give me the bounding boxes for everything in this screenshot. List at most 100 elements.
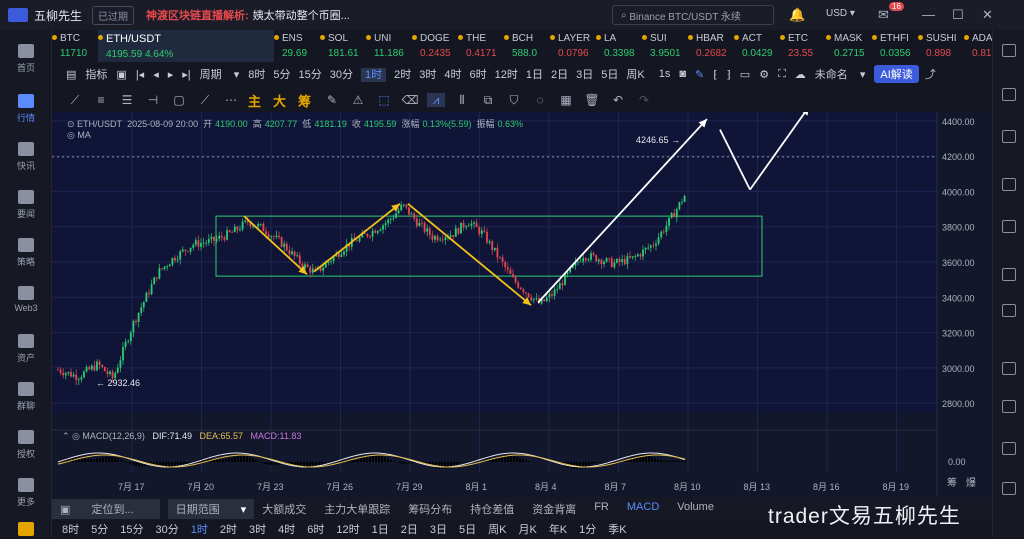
- magnet-tool-icon[interactable]: ⩘: [427, 93, 445, 107]
- layout-name-dropdown[interactable]: 未命名 ▾: [815, 66, 866, 82]
- hide-tool-icon[interactable]: ◌: [531, 93, 549, 107]
- period-item-18[interactable]: 季K: [608, 521, 626, 537]
- nav-strategy[interactable]: 策略: [0, 238, 52, 268]
- ticker-item[interactable]: ETHFI0.0356: [872, 30, 918, 62]
- trendline-tool-icon[interactable]: ⟋: [66, 93, 84, 107]
- clipboard-icon[interactable]: [1002, 400, 1016, 413]
- interval-9[interactable]: 12时: [495, 69, 518, 81]
- currency-select[interactable]: USD ▾: [826, 8, 855, 19]
- search-input[interactable]: ⌕ Binance BTC/USDT 永续: [612, 5, 774, 25]
- interval-6[interactable]: 3时: [419, 69, 436, 81]
- interval-7[interactable]: 4时: [444, 69, 461, 81]
- chip-tool[interactable]: 筹: [298, 91, 311, 110]
- cloud-icon[interactable]: ☁: [795, 68, 806, 81]
- interval-0[interactable]: 8时: [248, 69, 265, 81]
- indicator-tab-0[interactable]: 大额成交: [262, 501, 306, 517]
- nav-news[interactable]: 要闻: [0, 190, 52, 220]
- indicator-tab-2[interactable]: 筹码分布: [408, 501, 452, 517]
- depth-icon[interactable]: [1002, 220, 1016, 233]
- ticker-item[interactable]: DOGE0.2435: [412, 30, 458, 62]
- period-item-13[interactable]: 5日: [459, 521, 476, 537]
- period-item-10[interactable]: 1日: [372, 521, 389, 537]
- grid-panel-icon[interactable]: [1002, 442, 1016, 455]
- period-item-6[interactable]: 3时: [249, 521, 266, 537]
- bell-icon[interactable]: 🔔: [789, 7, 805, 23]
- document-icon[interactable]: [1002, 88, 1016, 101]
- ai-analysis-button[interactable]: AI解读: [874, 65, 918, 83]
- select-tool-icon[interactable]: ⬚: [375, 93, 393, 107]
- fullscreen-icon[interactable]: ⛶: [778, 68, 786, 81]
- collapse-icon[interactable]: ⌃: [62, 431, 72, 441]
- interval-14[interactable]: 周K: [626, 69, 644, 81]
- lock-tool-icon[interactable]: ⛉: [505, 93, 523, 107]
- eraser-tool-icon[interactable]: ⌫: [401, 93, 419, 107]
- ticker-item[interactable]: LA0.3398: [596, 30, 642, 62]
- nav-assets[interactable]: 资产: [0, 334, 52, 364]
- period-item-12[interactable]: 3日: [430, 521, 447, 537]
- ticker-item[interactable]: BTC11710: [52, 30, 98, 62]
- person-icon[interactable]: [1002, 482, 1016, 495]
- layout-grid-icon[interactable]: [1002, 44, 1016, 57]
- indicator-tab-3[interactable]: 持仓差值: [470, 501, 514, 517]
- big-order-tool[interactable]: 大: [273, 91, 286, 110]
- settings-icon[interactable]: ⚙: [759, 68, 769, 81]
- seconds-button[interactable]: 1s: [659, 68, 671, 80]
- interval-4[interactable]: 1时: [361, 68, 386, 82]
- indicator-tab-6[interactable]: MACD: [627, 501, 659, 517]
- edit-tool-icon[interactable]: ✎: [323, 93, 341, 107]
- ticker-item[interactable]: SOL181.61: [320, 30, 366, 62]
- interval-5[interactable]: 2时: [394, 69, 411, 81]
- interval-8[interactable]: 6时: [469, 69, 486, 81]
- chart-panel-icon[interactable]: [1002, 178, 1016, 191]
- period-item-17[interactable]: 1分: [579, 521, 596, 537]
- period-item-2[interactable]: 15分: [120, 521, 143, 537]
- period-item-5[interactable]: 2时: [220, 521, 237, 537]
- nav-flash[interactable]: 快讯: [0, 142, 52, 172]
- ticker-item[interactable]: ACT0.0429: [734, 30, 780, 62]
- ticker-item[interactable]: LAYER0.0796: [550, 30, 596, 62]
- period-item-0[interactable]: 8时: [62, 521, 79, 537]
- period-item-3[interactable]: 30分: [156, 521, 179, 537]
- period-dropdown[interactable]: 周期 ▾: [200, 66, 240, 82]
- rectangle-tool-icon[interactable]: ▢: [170, 93, 188, 107]
- trash-tool-icon[interactable]: 🗑: [583, 93, 601, 107]
- indicator-tab-5[interactable]: FR: [594, 501, 609, 517]
- period-item-11[interactable]: 2日: [401, 521, 418, 537]
- ticker-item[interactable]: SUI3.9501: [642, 30, 688, 62]
- minimize-icon[interactable]: —: [922, 7, 935, 22]
- camera-icon[interactable]: ◙: [679, 68, 686, 80]
- share-icon[interactable]: ⤴: [925, 66, 936, 82]
- forward-icon[interactable]: ▸: [168, 68, 174, 81]
- indicator-tab-7[interactable]: Volume: [677, 501, 714, 517]
- redo-tool-icon[interactable]: ↷: [635, 93, 653, 107]
- prev-icon[interactable]: |◂: [136, 68, 144, 81]
- period-item-4[interactable]: 1时: [191, 521, 208, 537]
- back-icon[interactable]: ◂: [153, 68, 159, 81]
- ma-label[interactable]: ◎ MA: [67, 130, 91, 141]
- calendar-icon[interactable]: ▣: [116, 68, 126, 81]
- chart-area[interactable]: 4400.004200.004000.003800.003600.003400.…: [52, 112, 992, 497]
- indicator-tab-4[interactable]: 资金背离: [532, 501, 576, 517]
- news-ticker[interactable]: 神渡区块链直播解析:姨太带动整个币圈...: [146, 7, 350, 23]
- nav-chat[interactable]: 群聊: [0, 382, 52, 412]
- bracket-icon[interactable]: ⁅: [713, 68, 717, 81]
- vip-icon[interactable]: [0, 522, 52, 539]
- ticker-item[interactable]: ETH/USDT4195.59 4.64%: [98, 30, 274, 62]
- maximize-icon[interactable]: ☐: [952, 7, 964, 23]
- pen-icon[interactable]: ✎: [695, 68, 704, 81]
- period-item-1[interactable]: 5分: [91, 521, 108, 537]
- ticker-item[interactable]: THE0.4171: [458, 30, 504, 62]
- interval-10[interactable]: 1日: [526, 69, 543, 81]
- period-item-16[interactable]: 年K: [549, 521, 567, 537]
- indicators-button[interactable]: 指标: [85, 66, 107, 82]
- parallel-line-tool-icon[interactable]: ≡: [92, 93, 110, 107]
- ticker-item[interactable]: SUSHI0.898: [918, 30, 964, 62]
- nav-web3[interactable]: Web3: [0, 286, 52, 313]
- period-item-8[interactable]: 6时: [307, 521, 324, 537]
- order-tool-icon[interactable]: ▦: [557, 93, 575, 107]
- nav-more[interactable]: 更多: [0, 478, 52, 508]
- bracket-icon-2[interactable]: ⁆: [727, 68, 731, 81]
- ticker-item[interactable]: BCH588.0: [504, 30, 550, 62]
- period-item-15[interactable]: 月K: [518, 521, 536, 537]
- period-item-14[interactable]: 周K: [488, 521, 506, 537]
